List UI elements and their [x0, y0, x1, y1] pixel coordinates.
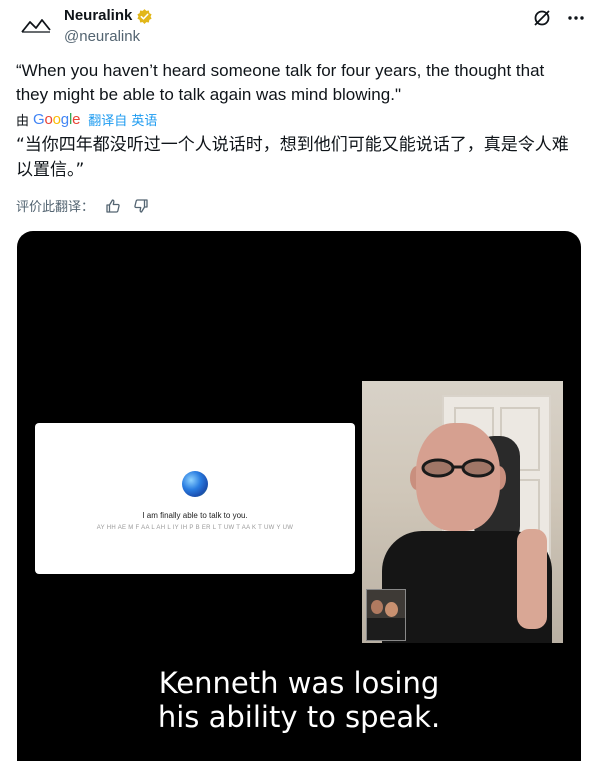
google-letter: o	[44, 111, 53, 128]
translated-text: “当你四年都没听过一个人说话时，想到他们可能又能说话了，真是令人难以置信。”	[16, 135, 569, 180]
grok-icon[interactable]	[532, 8, 552, 28]
thumbs-up-hand	[517, 529, 547, 629]
translated-by-row: 由 Google 翻译自 英语	[16, 110, 157, 129]
translated-by-prefix: 由	[16, 114, 30, 129]
glasses-icon	[421, 458, 495, 478]
avatar[interactable]	[16, 8, 56, 48]
google-letter: G	[33, 111, 45, 128]
speech-interface-card: I am finally able to talk to you. AY HH …	[35, 423, 355, 574]
translate-source-link[interactable]: 翻译自 英语	[88, 110, 157, 129]
video-caption: Kenneth was losing his ability to speak.	[17, 666, 581, 734]
verified-badge-icon	[137, 8, 152, 24]
voice-orb-icon	[182, 471, 208, 497]
display-name-text: Neuralink	[64, 7, 133, 24]
tweet-top-actions	[532, 8, 586, 28]
neuralink-logo-icon	[21, 19, 51, 33]
video-call-feed	[362, 381, 563, 643]
author-names: Neuralink @neuralink	[64, 6, 153, 47]
tweet-header: Neuralink @neuralink	[16, 6, 586, 50]
author-handle[interactable]: @neuralink	[64, 27, 153, 47]
google-letter: o	[52, 111, 61, 128]
caption-line: Kenneth was losing	[158, 666, 440, 700]
caption-line: his ability to speak.	[157, 700, 441, 734]
google-letter: g	[60, 111, 69, 128]
decoded-phonemes: AY HH AE M F AA L AH L IY IH P B ER L T …	[96, 525, 294, 531]
google-letter: e	[72, 111, 81, 128]
video-player[interactable]: I am finally able to talk to you. AY HH …	[17, 231, 581, 761]
google-logo: Google	[33, 111, 80, 128]
decoded-speech-text: I am finally able to talk to you.	[142, 511, 248, 520]
tweet-text: “When you haven’t heard someone talk for…	[16, 61, 545, 104]
picture-in-picture-feed	[366, 589, 406, 641]
thumbs-down-icon[interactable]	[132, 197, 150, 215]
rate-translation-label: 评价此翻译：	[16, 200, 95, 215]
more-icon[interactable]	[566, 8, 586, 28]
author-display-name[interactable]: Neuralink	[64, 6, 153, 26]
thumbs-up-icon[interactable]	[104, 197, 122, 215]
rate-translation-row: 评价此翻译：	[16, 196, 150, 215]
